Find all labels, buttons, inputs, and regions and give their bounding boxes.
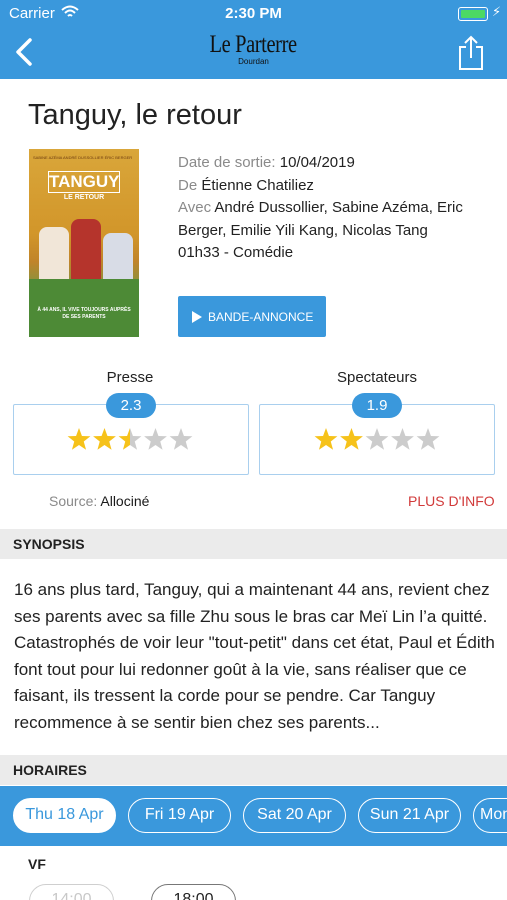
audience-star-icon xyxy=(391,428,414,450)
day-tab-sat[interactable]: Sat 20 Apr xyxy=(243,798,346,833)
poster-caption: À 44 ANS, IL VIVE TOUJOURS AUPRÈS DE SES… xyxy=(37,307,131,320)
cinema-logo: Le Parterre Dourdan xyxy=(0,30,507,66)
charging-icon: ⚡ xyxy=(492,4,502,19)
audience-rating-label: Spectateurs xyxy=(336,369,418,386)
press-star-icon xyxy=(67,428,91,450)
version-label: VF xyxy=(28,856,46,872)
day-tab-thu[interactable]: Thu 18 Apr xyxy=(13,798,116,833)
release-label: Date de sortie: xyxy=(178,154,276,171)
source-label: Source: xyxy=(49,493,98,509)
poster-title: TANGUY xyxy=(48,171,120,193)
day-tab-fri[interactable]: Fri 19 Apr xyxy=(128,798,231,833)
audience-star-icon xyxy=(365,428,389,450)
schedule-header: HORAIRES xyxy=(0,755,507,785)
status-bar: Carrier 2:30 PM ⚡ xyxy=(0,0,507,28)
share-icon[interactable] xyxy=(456,34,486,72)
movie-poster[interactable]: SABINE AZÉMA ANDRÉ DUSSOLLIER ÉRIC BERGE… xyxy=(29,149,139,337)
director-name: Étienne Chatiliez xyxy=(201,176,314,194)
movie-title: Tanguy, le retour xyxy=(28,99,242,131)
battery-icon xyxy=(458,7,488,21)
trailer-button[interactable]: BANDE-ANNONCE xyxy=(178,296,326,337)
release-date: 10/04/2019 xyxy=(279,154,355,171)
audience-stars xyxy=(314,428,440,450)
movie-info: Date de sortie: 10/04/2019 De Étienne Ch… xyxy=(178,152,488,265)
trailer-button-label: BANDE-ANNONCE xyxy=(208,309,314,324)
press-rating-label: Presse xyxy=(106,369,154,386)
cast-row: Avec André Dussollier, Sabine Azéma, Eri… xyxy=(178,197,488,242)
press-score-badge: 2.3 xyxy=(106,393,156,418)
cast-names: André Dussollier, Sabine Azéma, Eric Ber… xyxy=(178,199,463,239)
clock: 2:30 PM xyxy=(225,5,282,22)
day-tab-sun[interactable]: Sun 21 Apr xyxy=(358,798,461,833)
release-row: Date de sortie: 10/04/2019 xyxy=(178,152,488,175)
cast-label: Avec xyxy=(178,199,212,216)
press-stars xyxy=(67,428,193,450)
play-icon xyxy=(192,310,202,323)
audience-star-icon xyxy=(416,428,440,450)
press-star-icon xyxy=(93,428,116,450)
press-star-icon xyxy=(144,428,167,450)
day-tab-mon[interactable]: Mon xyxy=(473,798,507,833)
poster-subtitle: LE RETOUR xyxy=(63,194,105,201)
source-name: Allociné xyxy=(100,493,150,509)
nav-bar: Carrier 2:30 PM ⚡ Le Parterre Dourdan xyxy=(0,0,507,79)
audience-star-icon xyxy=(340,428,363,450)
duration-genre: 01h33 - Comédie xyxy=(178,244,294,261)
press-star-icon xyxy=(118,428,142,450)
synopsis-text: 16 ans plus tard, Tanguy, qui a maintena… xyxy=(14,580,495,732)
day-selector: Thu 18 Apr Fri 19 Apr Sat 20 Apr Sun 21 … xyxy=(0,786,507,846)
poster-figure-center xyxy=(71,219,101,287)
audience-score-badge: 1.9 xyxy=(352,393,402,418)
press-star-icon xyxy=(169,428,193,450)
more-info-link[interactable]: PLUS D'INFO xyxy=(408,493,495,509)
showtime-button[interactable]: 14:00 xyxy=(29,884,114,900)
poster-credits: SABINE AZÉMA ANDRÉ DUSSOLLIER ÉRIC BERGE… xyxy=(33,155,133,160)
synopsis-header: SYNOPSIS xyxy=(0,529,507,559)
rating-source: Source: Allociné xyxy=(49,493,149,509)
director-row: De Étienne Chatiliez xyxy=(178,175,488,198)
showtime-button[interactable]: 18:00 xyxy=(151,884,236,900)
director-label: De xyxy=(178,176,198,194)
logo-title: Le Parterre xyxy=(209,31,298,58)
poster-figure-left xyxy=(39,227,69,287)
audience-star-icon xyxy=(314,428,338,450)
